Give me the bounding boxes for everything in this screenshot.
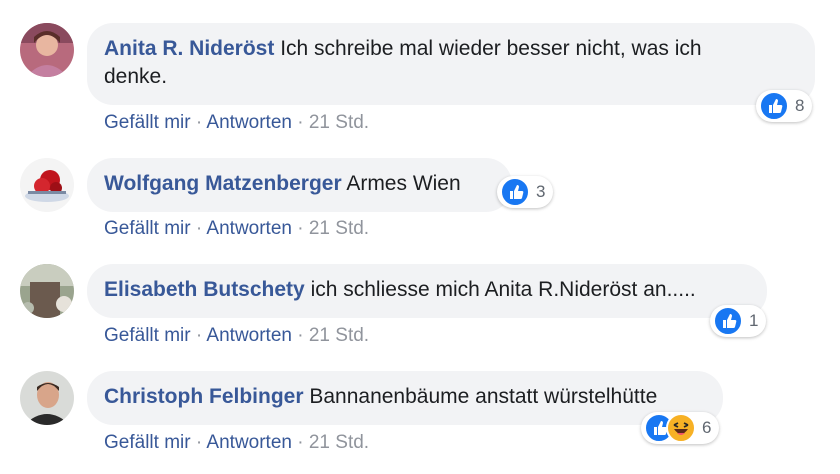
reply-link[interactable]: Antworten	[206, 112, 292, 133]
haha-icon	[666, 413, 696, 443]
author-name[interactable]: Elisabeth Butschety	[104, 278, 305, 301]
reply-link[interactable]: Antworten	[206, 432, 292, 453]
author-name[interactable]: Anita R. Nideröst	[104, 37, 274, 60]
like-link[interactable]: Gefällt mir	[104, 112, 191, 133]
comment-actions: Gefällt mir · Antworten · 21 Std.	[104, 218, 369, 240]
like-icon	[500, 177, 530, 207]
comment-bubble: Wolfgang Matzenberger Armes Wien	[87, 158, 512, 212]
avatar[interactable]	[20, 158, 74, 212]
comment-bubble: Christoph Felbinger Bannanenbäume anstat…	[87, 371, 723, 425]
timestamp[interactable]: 21 Std.	[309, 432, 369, 453]
comment-bubble: Anita R. Nideröst Ich schreibe mal wiede…	[87, 23, 815, 105]
separator: ·	[297, 218, 304, 239]
comment-text: Armes Wien	[346, 172, 461, 195]
reaction-count: 8	[795, 96, 805, 115]
reply-link[interactable]: Antworten	[206, 218, 292, 239]
separator: ·	[195, 325, 203, 346]
comment-actions: Gefällt mir · Antworten · 21 Std.	[104, 112, 369, 134]
timestamp[interactable]: 21 Std.	[309, 325, 369, 346]
timestamp[interactable]: 21 Std.	[309, 218, 369, 239]
reactions-badge[interactable]: 8	[756, 90, 813, 122]
separator: ·	[297, 112, 304, 133]
author-name[interactable]: Wolfgang Matzenberger	[104, 172, 342, 195]
like-link[interactable]: Gefällt mir	[104, 432, 191, 453]
comment-text: Bannanenbäume anstatt würstelhütte	[309, 385, 658, 408]
reactions-badge[interactable]: 1	[710, 305, 767, 337]
comment-text-line2: denke.	[104, 65, 168, 88]
avatar[interactable]	[20, 23, 74, 77]
timestamp[interactable]: 21 Std.	[309, 112, 369, 133]
comment-text: ich schliesse mich Anita R.Nideröst an..…	[310, 278, 696, 301]
reaction-count: 1	[749, 311, 759, 330]
like-link[interactable]: Gefällt mir	[104, 218, 191, 239]
reaction-count: 3	[536, 182, 546, 201]
separator: ·	[195, 432, 203, 453]
separator: ·	[297, 432, 304, 453]
like-icon	[759, 91, 789, 121]
author-name[interactable]: Christoph Felbinger	[104, 385, 304, 408]
reply-link[interactable]: Antworten	[206, 325, 292, 346]
reactions-badge[interactable]: 6	[641, 412, 720, 444]
separator: ·	[195, 218, 203, 239]
avatar[interactable]	[20, 371, 74, 425]
comment-actions: Gefällt mir · Antworten · 21 Std.	[104, 325, 369, 347]
reaction-count: 6	[702, 418, 712, 437]
like-link[interactable]: Gefällt mir	[104, 325, 191, 346]
comment-bubble: Elisabeth Butschety ich schliesse mich A…	[87, 264, 767, 318]
separator: ·	[195, 112, 203, 133]
comment-actions: Gefällt mir · Antworten · 21 Std.	[104, 432, 369, 454]
separator: ·	[297, 325, 304, 346]
like-icon	[713, 306, 743, 336]
avatar[interactable]	[20, 264, 74, 318]
comment-text: Ich schreibe mal wieder besser nicht, wa…	[280, 37, 702, 60]
reactions-badge[interactable]: 3	[497, 176, 554, 208]
